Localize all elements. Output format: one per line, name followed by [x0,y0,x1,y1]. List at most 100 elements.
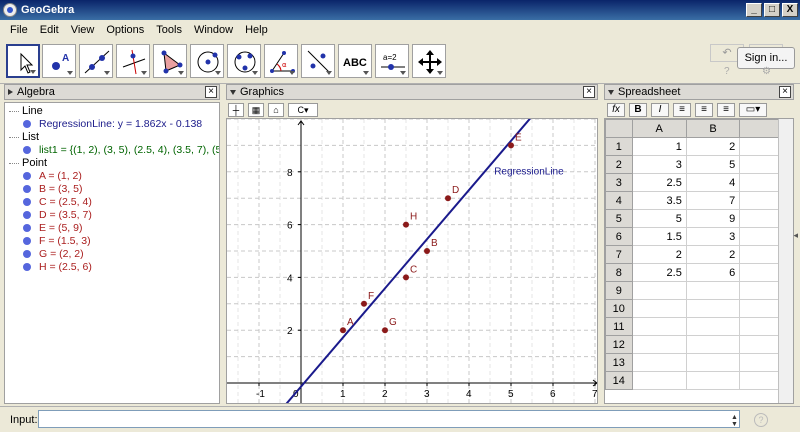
algebra-item-list1[interactable]: list1 = {(1, 2), (3, 5), (2.5, 4), (3.5,… [23,144,219,156]
visibility-dot-icon[interactable] [23,263,31,271]
category-list[interactable]: List [9,131,39,143]
cell[interactable]: 7 [685,191,741,210]
cell[interactable]: 2.5 [631,263,687,282]
align-left-icon[interactable]: ≡ [673,102,691,117]
cell[interactable] [685,353,741,372]
visibility-dot-icon[interactable] [23,237,31,245]
visibility-dot-icon[interactable] [23,172,31,180]
cell[interactable] [631,353,687,372]
cell[interactable]: 2 [685,245,741,264]
graphics-panel-header[interactable]: Graphics × [226,84,598,100]
algebra-item-point-g[interactable]: G = (2, 2) [23,248,84,260]
menu-help[interactable]: Help [239,24,274,36]
input-history-arrows-icon[interactable]: ▲ ▼ [731,414,738,428]
menu-edit[interactable]: Edit [34,24,65,36]
bold-button[interactable]: B [629,102,647,117]
show-axes-icon[interactable]: ┼ [228,102,244,117]
panel-toggle-icon[interactable] [230,89,236,95]
text-tool-button[interactable]: ABC [338,44,372,78]
cell[interactable]: 2.5 [631,173,687,192]
fx-button[interactable]: fx [607,102,625,117]
point-capture-dropdown-icon[interactable]: C▾ [288,102,318,117]
help-icon[interactable]: ? [724,66,730,77]
category-point[interactable]: Point [9,157,47,169]
row-header[interactable]: 7 [605,245,633,264]
cell[interactable] [685,371,741,390]
align-center-icon[interactable]: ≡ [695,102,713,117]
visibility-dot-icon[interactable] [23,146,31,154]
cell[interactable]: 3 [631,155,687,174]
row-header[interactable]: 3 [605,173,633,192]
conic-tool-button[interactable] [227,44,261,78]
cell[interactable]: 9 [685,209,741,228]
cell[interactable]: 3.5 [631,191,687,210]
graphics-close-icon[interactable]: × [583,86,595,98]
row-header[interactable]: 13 [605,353,633,372]
polygon-tool-button[interactable] [153,44,187,78]
algebra-item-point-f[interactable]: F = (1.5, 3) [23,235,91,247]
cell[interactable] [631,299,687,318]
graphics-canvas[interactable]: -1 0 1 2 3 4 5 6 72468 RegressionLineABCDEFGH [216,92,659,432]
move-tool-button[interactable] [6,44,40,78]
spreadsheet-panel-header[interactable]: Spreadsheet × [604,84,794,100]
home-icon[interactable]: ⌂ [268,102,284,117]
row-header[interactable]: 2 [605,155,633,174]
cell[interactable] [685,317,741,336]
cell[interactable]: 5 [631,209,687,228]
algebra-item-point-c[interactable]: C = (2.5, 4) [23,196,92,208]
row-header[interactable]: 8 [605,263,633,282]
algebra-close-icon[interactable]: × [205,86,217,98]
algebra-item-regression-line[interactable]: RegressionLine: y = 1.862x - 0.138 [23,118,202,130]
settings-gear-icon[interactable]: ⚙ [762,66,771,77]
category-line[interactable]: Line [9,105,43,117]
input-field[interactable] [38,410,740,428]
algebra-item-point-a[interactable]: A = (1, 2) [23,170,82,182]
visibility-dot-icon[interactable] [23,224,31,232]
algebra-item-point-e[interactable]: E = (5, 9) [23,222,82,234]
visibility-dot-icon[interactable] [23,250,31,258]
show-grid-icon[interactable]: ▦ [248,102,264,117]
cell[interactable]: 5 [685,155,741,174]
panel-toggle-icon[interactable] [608,89,614,95]
menu-options[interactable]: Options [100,24,150,36]
visibility-dot-icon[interactable] [23,120,31,128]
corner-cell[interactable] [605,119,633,138]
row-header[interactable]: 9 [605,281,633,300]
algebra-item-point-b[interactable]: B = (3, 5) [23,183,82,195]
angle-tool-button[interactable]: α [264,44,298,78]
cell[interactable]: 2 [631,245,687,264]
algebra-item-point-h[interactable]: H = (2.5, 6) [23,261,92,273]
algebra-panel-header[interactable]: Algebra × [4,84,220,100]
cell[interactable]: 1 [631,137,687,156]
circle-tool-button[interactable] [190,44,224,78]
line-tool-button[interactable] [79,44,113,78]
menu-view[interactable]: View [65,24,101,36]
perpendicular-tool-button[interactable] [116,44,150,78]
menu-tools[interactable]: Tools [150,24,188,36]
row-header[interactable]: 14 [605,371,633,390]
panel-toggle-icon[interactable] [8,89,13,95]
visibility-dot-icon[interactable] [23,211,31,219]
row-header[interactable]: 11 [605,317,633,336]
collapse-arrow-icon[interactable]: ◂ [793,230,798,241]
menu-file[interactable]: File [4,24,34,36]
slider-tool-button[interactable]: a=2 [375,44,409,78]
row-header[interactable]: 12 [605,335,633,354]
cell[interactable] [631,371,687,390]
cell[interactable]: 2 [685,137,741,156]
graphics-view[interactable]: -1 0 1 2 3 4 5 6 7 2 4 6 8 RegressionLine A B C D E F G H [216,92,659,432]
cell[interactable] [685,281,741,300]
algebra-item-point-d[interactable]: D = (3.5, 7) [23,209,92,221]
cell[interactable]: 3 [685,227,741,246]
row-header[interactable]: 4 [605,191,633,210]
cell[interactable] [631,281,687,300]
minimize-button[interactable]: _ [746,3,762,17]
visibility-dot-icon[interactable] [23,185,31,193]
row-header[interactable]: 5 [605,209,633,228]
cell[interactable]: 1.5 [631,227,687,246]
background-color-icon[interactable]: ▭▾ [739,102,767,117]
row-header[interactable]: 1 [605,137,633,156]
cell[interactable]: 6 [685,263,741,282]
cell[interactable] [685,335,741,354]
align-right-icon[interactable]: ≡ [717,102,735,117]
